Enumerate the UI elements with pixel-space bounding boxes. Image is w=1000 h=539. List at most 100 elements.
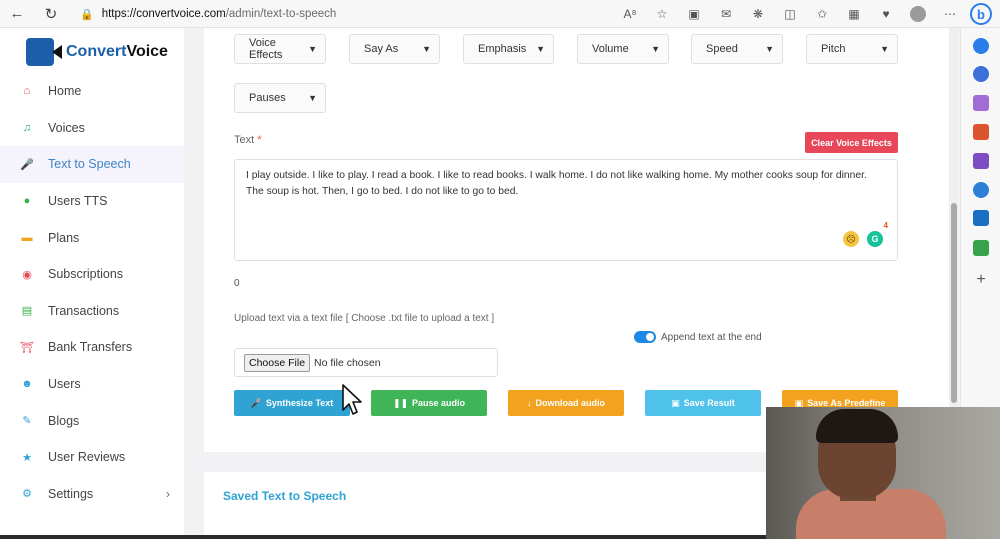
- webcam-overlay: [766, 407, 1000, 539]
- drop-icon[interactable]: [973, 240, 989, 256]
- read-aloud-icon[interactable]: A⁸: [620, 4, 640, 24]
- sidebar-item-label: Plans: [48, 230, 80, 245]
- sidebar-item-label: Bank Transfers: [48, 340, 133, 355]
- star-icon: ★: [22, 451, 32, 464]
- sidebar-item-transactions[interactable]: ▤ Transactions: [0, 293, 184, 330]
- chevron-down-icon: ▼: [880, 44, 889, 54]
- required-mark: *: [257, 134, 262, 146]
- chevron-down-icon: ▼: [536, 44, 545, 54]
- users-icon: ☻: [21, 378, 33, 391]
- sidebar-item-label: Voices: [48, 120, 85, 135]
- select-value: Pitch: [821, 43, 846, 55]
- logo-text-part1: Convert: [66, 43, 127, 60]
- logo[interactable]: ConvertVoice: [26, 38, 168, 66]
- clear-voice-effects-button[interactable]: Clear Voice Effects: [805, 132, 898, 153]
- emphasis-select[interactable]: Emphasis ▼: [463, 34, 554, 64]
- emoji-icon[interactable]: ☹: [843, 231, 859, 247]
- pauses-select[interactable]: Pauses ▼: [234, 83, 326, 113]
- sidebar-item-settings[interactable]: ⚙ Settings ›: [0, 476, 184, 513]
- sidebar-item-user-reviews[interactable]: ★ User Reviews: [0, 439, 184, 476]
- more-menu-icon[interactable]: ⋯: [940, 4, 960, 24]
- sidebar-item-label: Subscriptions: [48, 267, 124, 282]
- toolbox-icon[interactable]: [973, 124, 989, 140]
- text-label-value: Text: [234, 134, 255, 146]
- office-icon[interactable]: [973, 182, 989, 198]
- logo-text: ConvertVoice: [66, 43, 168, 61]
- mouse-cursor-icon: [342, 384, 362, 415]
- download-audio-button[interactable]: ↓ Download audio: [508, 390, 624, 416]
- mail-extension-icon[interactable]: ✉: [716, 4, 736, 24]
- speed-select[interactable]: Speed ▼: [691, 34, 783, 64]
- chevron-down-icon: ▼: [651, 44, 660, 54]
- download-arrow-icon: ↓: [527, 398, 532, 408]
- select-value: Pauses: [249, 92, 286, 104]
- split-screen-icon[interactable]: ◫: [780, 4, 800, 24]
- health-icon[interactable]: ♥: [876, 4, 896, 24]
- collections-icon[interactable]: ▦: [844, 4, 864, 24]
- grammarly-badge: 4: [883, 221, 888, 230]
- people-icon[interactable]: [973, 153, 989, 169]
- sidebar-item-text-to-speech[interactable]: 🎤 Text to Speech: [0, 146, 184, 183]
- sidebar-item-subscriptions[interactable]: ◉ Subscriptions: [0, 256, 184, 293]
- chat-bubble-icon: ●: [23, 195, 31, 208]
- favorite-star-icon[interactable]: ☆: [652, 4, 672, 24]
- notification-bell-icon[interactable]: [973, 38, 989, 54]
- back-arrow-icon[interactable]: ←: [0, 0, 34, 28]
- file-upload-field[interactable]: Choose File No file chosen: [234, 348, 498, 377]
- page-scrollbar[interactable]: [949, 28, 959, 408]
- button-label: Pause audio: [412, 398, 466, 408]
- bank-icon: ⛩: [20, 341, 34, 354]
- blog-icon: ✎: [22, 415, 32, 428]
- sidebar-item-label: Home: [48, 84, 82, 99]
- subscription-icon: ◉: [22, 268, 32, 281]
- voice-effects-select[interactable]: Voice Effects ▼: [234, 34, 326, 64]
- chevron-down-icon: ▼: [765, 44, 774, 54]
- logo-icon: [26, 38, 62, 66]
- choose-file-button[interactable]: Choose File: [244, 353, 311, 372]
- refresh-icon[interactable]: ↻: [34, 0, 68, 28]
- pause-audio-button[interactable]: ❚❚ Pause audio: [371, 390, 487, 416]
- puzzle-icon[interactable]: ❋: [748, 4, 768, 24]
- text-label: Text *: [234, 134, 262, 146]
- button-label: Download audio: [535, 398, 606, 408]
- sidebar-nav: ⌂ Home ♫ Voices 🎤 Text to Speech ● Users…: [0, 73, 184, 512]
- volume-select[interactable]: Volume ▼: [577, 34, 669, 64]
- url-host: https://convertvoice.com: [101, 8, 226, 20]
- scrollbar-thumb[interactable]: [951, 203, 957, 403]
- sidebar-item-blogs[interactable]: ✎ Blogs: [0, 402, 184, 439]
- chevron-down-icon: ▼: [308, 44, 317, 54]
- search-icon[interactable]: [973, 66, 989, 82]
- append-text-toggle-row: Append text at the end: [634, 331, 762, 343]
- say-as-select[interactable]: Say As ▼: [349, 34, 440, 64]
- text-input-value: I play outside. I like to play. I read a…: [246, 170, 867, 197]
- sidebar-item-bank-transfers[interactable]: ⛩ Bank Transfers: [0, 329, 184, 366]
- webcam-person-hair: [816, 409, 898, 443]
- profile-avatar[interactable]: [908, 4, 928, 24]
- bing-icon[interactable]: b: [970, 3, 992, 25]
- synthesize-text-button[interactable]: 🎤 Synthesize Text: [234, 390, 350, 416]
- sidebar-item-plans[interactable]: ▬ Plans: [0, 219, 184, 256]
- pause-icon: ❚❚: [392, 397, 409, 408]
- select-value: Say As: [364, 43, 399, 55]
- favorites-icon[interactable]: ✩: [812, 4, 832, 24]
- add-icon[interactable]: +: [973, 272, 989, 288]
- sidebar-item-home[interactable]: ⌂ Home: [0, 73, 184, 110]
- extension-icon[interactable]: ▣: [684, 4, 704, 24]
- save-result-button[interactable]: ▣ Save Result: [645, 390, 761, 416]
- sidebar-item-label: Transactions: [48, 303, 120, 318]
- text-input[interactable]: I play outside. I like to play. I read a…: [234, 159, 898, 261]
- address-bar[interactable]: 🔒 https://convertvoice.com/admin/text-to…: [80, 3, 670, 25]
- append-text-toggle[interactable]: [634, 331, 656, 343]
- pitch-select[interactable]: Pitch ▼: [806, 34, 898, 64]
- select-value: Voice Effects: [249, 37, 283, 61]
- sidebar-item-voices[interactable]: ♫ Voices: [0, 110, 184, 147]
- sidebar-item-label: Text to Speech: [48, 157, 131, 172]
- grammarly-icon[interactable]: G: [867, 231, 883, 247]
- browser-toolbar: ← ↻ 🔒 https://convertvoice.com/admin/tex…: [0, 0, 1000, 28]
- upload-label: Upload text via a text file [ Choose .tx…: [234, 313, 495, 324]
- tag-icon[interactable]: [973, 95, 989, 111]
- outlook-icon[interactable]: [973, 210, 989, 226]
- microphone-icon: 🎤: [250, 397, 262, 408]
- sidebar-item-users[interactable]: ☻ Users: [0, 366, 184, 403]
- sidebar-item-users-tts[interactable]: ● Users TTS: [0, 183, 184, 220]
